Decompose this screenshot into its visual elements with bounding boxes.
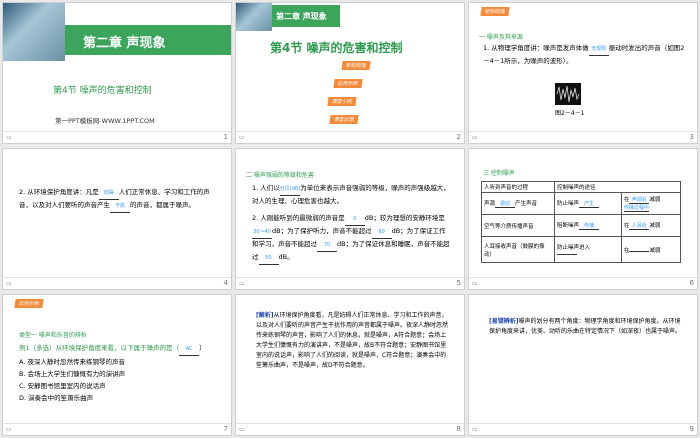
slide-footer: ▭ 4	[3, 277, 231, 289]
table-cell: 在声源处 减弱 传播过程中	[620, 192, 682, 215]
slide-6[interactable]: 三 控制噪声 人听到声音的过程 控制噪声的途径 声源 振动 产生声音 防止噪声 产生 …	[469, 149, 697, 289]
slide-footer: ▭ 9	[469, 423, 697, 435]
slide-number: 7	[223, 425, 228, 433]
section-title: 第4节 噪声的危害和控制	[53, 86, 152, 96]
slide-number: 2	[456, 133, 461, 141]
slide-footer: ▭ 8	[236, 423, 464, 435]
tip-text: [易错辨析]噪声的划分有两个角度：物理学角度和环境保护角度。从环境保护角度来讲，…	[489, 318, 682, 335]
slide-icon: ▭	[6, 280, 12, 287]
option-c[interactable]: C. 安静图书馆里室内的说话声	[19, 381, 106, 392]
table-cell: 声源 振动 产生声音	[481, 192, 555, 215]
table-cell: 防止噪声 产生	[554, 192, 622, 215]
slide-number: 5	[456, 279, 461, 287]
slide-8[interactable]: [解析]从环境保护角度看，凡是妨碍人们正常休息、学习和工作的声音，以及对人们要听…	[236, 295, 464, 435]
slide-number: 4	[223, 279, 228, 287]
figure-caption: 图2－4－1	[555, 110, 585, 117]
analysis-text: [解析]从环境保护角度看，凡是妨碍人们正常休息、学习和工作的声音，以及对人们要听…	[256, 312, 449, 369]
paragraph-1: 1. 人们以分贝(dB)为单位来表示声音强弱的等级，噪声的声强级越大，对人的生理…	[252, 184, 450, 205]
slide-footer: ▭ 1	[3, 131, 231, 143]
slide-number: 9	[689, 425, 694, 433]
slide-footer: ▭ 3	[469, 131, 697, 143]
section-tag: 新知梳理	[480, 7, 510, 16]
slide-icon: ▭	[472, 134, 478, 141]
slide-4[interactable]: 2. 从环境保护角度讲：凡是 妨碍 人们正常休息、学习和工作的声音，以及对人们要听的…	[3, 149, 231, 289]
table-cell: 阻断噪声 传播	[554, 214, 622, 237]
table-header: 控制噪声的途径	[554, 181, 681, 193]
book-image	[236, 3, 272, 31]
table-cell: 人耳接收声音（鼓膜的振动）	[481, 236, 555, 263]
paragraph: 2. 从环境保护角度讲：凡是 妨碍 人们正常休息、学习和工作的声音，以及对人们要听的…	[19, 187, 219, 213]
slide-icon: ▭	[239, 134, 245, 141]
noise-control-table: 人听到声音的过程 控制噪声的途径 声源 振动 产生声音 防止噪声 产生 在声源处 减弱传…	[481, 181, 682, 263]
slide-icon: ▭	[472, 426, 478, 433]
subtitle: 一 噪声及其来源	[479, 34, 523, 41]
slide-footer: ▭ 5	[236, 277, 464, 289]
slide-number: 8	[456, 425, 461, 433]
option-b[interactable]: B. 会场上大学生们慷慨有力的演讲声	[19, 369, 125, 380]
slide-icon: ▭	[472, 280, 478, 287]
site-text: 第一PPT模板网-WWW.1PPT.COM	[55, 117, 155, 125]
table-cell: 防止噪声进入	[554, 236, 622, 263]
slide-icon: ▭	[239, 280, 245, 287]
subtitle: 二 噪声强弱的等级和危害	[246, 172, 314, 179]
chapter-title: 第二章 声现象	[276, 12, 327, 21]
option-d[interactable]: D. 演奏会中的笙箫乐曲声	[19, 393, 93, 404]
slide-9[interactable]: [易错辨析]噪声的划分有两个角度：物理学角度和环境保护角度。从环境保护角度来讲，…	[469, 295, 697, 435]
slide-number: 6	[689, 279, 694, 287]
subtitle: 类型一 噪声和乐音的辨析	[19, 332, 87, 339]
table-header: 人听到声音的过程	[481, 181, 555, 193]
tag-xiaojie[interactable]: 课堂小结	[327, 97, 357, 106]
slide-icon: ▭	[6, 426, 12, 433]
subtitle: 三 控制噪声	[483, 170, 515, 177]
slide-footer: ▭ 7	[3, 423, 231, 435]
tag-xinzhi[interactable]: 新知梳理	[341, 61, 371, 70]
waveform-image	[555, 83, 581, 105]
paragraph-2: 2. 人刚能听到的最微弱的声音是 0 dB；较为理想的安静环境是30～40dB；为了…	[252, 213, 452, 265]
table-cell: 在人耳处 减弱	[620, 214, 682, 237]
slide-icon: ▭	[6, 134, 12, 141]
tag-yingyong[interactable]: 应用示例	[333, 79, 363, 88]
table-cell: 在减弱	[620, 236, 682, 263]
slide-1[interactable]: 第二章 声现象 第4节 噪声的危害和控制 第一PPT模板网-WWW.1PPT.C…	[3, 3, 231, 143]
section-title: 第4节 噪声的危害和控制	[270, 41, 403, 55]
question: 例1（多选）从环境保护角度来看，以下属于噪声的是（ AC）	[19, 343, 224, 356]
table-cell: 空气等介质传播声音	[481, 214, 555, 237]
slide-3[interactable]: 新知梳理 一 噪声及其来源 1. 从物理学角度讲：噪声是发声体做 无规则 振动时发出…	[469, 3, 697, 143]
slide-number: 1	[223, 133, 228, 141]
slide-number: 3	[689, 133, 694, 141]
section-tag: 应用示例	[14, 299, 44, 308]
tag-fankui[interactable]: 课堂反馈	[329, 115, 359, 124]
slide-7[interactable]: 应用示例 类型一 噪声和乐音的辨析 例1（多选）从环境保护角度来看，以下属于噪声…	[3, 295, 231, 435]
chapter-title: 第二章 声现象	[83, 36, 166, 51]
paragraph: 1. 从物理学角度讲：噪声是发声体做 无规则 振动时发出的声音（如图2－4－1所示，…	[483, 44, 685, 65]
slide-icon: ▭	[239, 426, 245, 433]
slide-footer: ▭ 6	[469, 277, 697, 289]
option-a[interactable]: A. 夜深人静时忽然传来练钢琴的声音	[19, 357, 125, 368]
book-image	[3, 3, 65, 61]
slide-2[interactable]: 第二章 声现象 第4节 噪声的危害和控制 新知梳理 应用示例 课堂小结 课堂反馈…	[236, 3, 464, 143]
slide-5[interactable]: 二 噪声强弱的等级和危害 1. 人们以分贝(dB)为单位来表示声音强弱的等级，噪…	[236, 149, 464, 289]
slide-footer: ▭ 2	[236, 131, 464, 143]
